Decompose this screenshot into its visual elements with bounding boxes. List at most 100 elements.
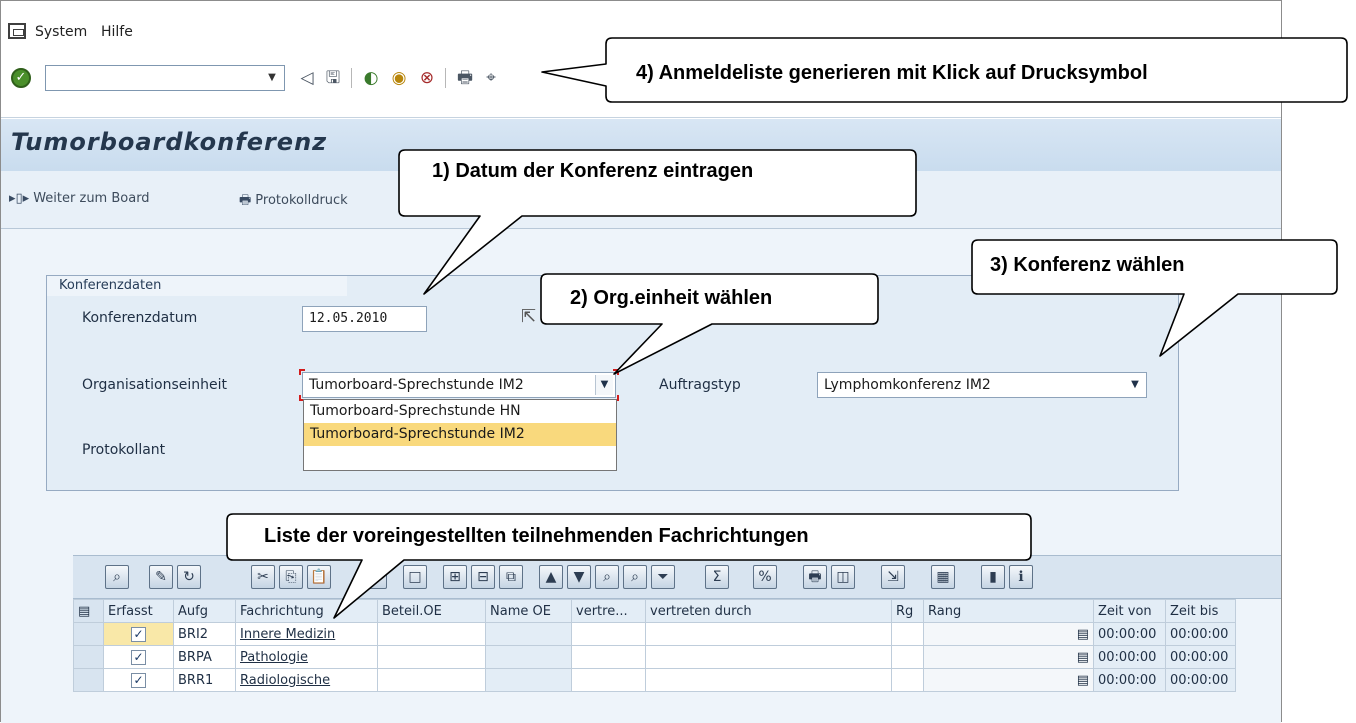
filter-icon[interactable]: ⏷ xyxy=(651,565,675,589)
print-icon[interactable]: 🖶 xyxy=(803,565,827,589)
undo-icon[interactable]: ↶ xyxy=(363,565,387,589)
weiter-zum-board-button[interactable]: ▸▯▸ Weiter zum Board xyxy=(9,191,150,206)
chevron-down-icon[interactable]: ▼ xyxy=(595,375,613,395)
erfasst-checkbox-cell[interactable]: ✓ xyxy=(103,622,174,646)
row-selector[interactable] xyxy=(73,645,104,669)
fachrichtung-cell[interactable]: Innere Medizin xyxy=(235,622,378,646)
konferenzdatum-field[interactable]: 12.05.2010 xyxy=(302,306,427,332)
print-icon[interactable]: 🖶 xyxy=(455,68,475,88)
details-icon[interactable]: ⌕ xyxy=(105,565,129,589)
column-header[interactable]: Beteil.OE xyxy=(377,599,486,623)
aufg-cell: BRI2 xyxy=(173,622,236,646)
column-header[interactable]: Fachrichtung xyxy=(235,599,378,623)
rg-cell[interactable] xyxy=(891,622,924,646)
info-icon[interactable]: ℹ xyxy=(1009,565,1033,589)
menu-item-system[interactable]: System xyxy=(35,24,87,40)
checkbox-checked[interactable]: ✓ xyxy=(131,672,146,688)
table-row[interactable]: ✓ BRPA Pathologie ▤ 00:00:00 00:00:00 xyxy=(73,645,1236,669)
fachrichtung-link[interactable]: Innere Medizin xyxy=(240,627,335,642)
chevron-down-icon[interactable]: ▼ xyxy=(1126,375,1144,395)
callout-3-text: 3) Konferenz wählen xyxy=(990,254,1185,276)
fachrichtung-link[interactable]: Pathologie xyxy=(240,650,308,665)
list-icon[interactable]: ▤ xyxy=(1077,673,1089,688)
cancel-icon[interactable]: ⊗ xyxy=(417,68,437,88)
subtotal-icon[interactable]: % xyxy=(753,565,777,589)
layout-icon[interactable]: ▦ xyxy=(931,565,955,589)
views-icon[interactable]: ◫ xyxy=(831,565,855,589)
append-row-icon[interactable]: ⊞ xyxy=(443,565,467,589)
dropdown-option-selected[interactable]: Tumorboard-Sprechstunde IM2 xyxy=(304,423,616,446)
protokolldruck-button[interactable]: 🖶 Protokolldruck xyxy=(239,191,348,213)
checkbox-checked[interactable]: ✓ xyxy=(131,626,146,642)
organisationseinheit-select[interactable]: Tumorboard-Sprechstunde IM2 ▼ xyxy=(302,372,616,398)
erfasst-checkbox-cell[interactable]: ✓ xyxy=(103,645,174,669)
select-all-icon[interactable]: ▤ xyxy=(73,599,104,623)
rg-cell[interactable] xyxy=(891,668,924,692)
window-menu-icon[interactable] xyxy=(8,23,26,39)
copy-row-icon[interactable]: ⧉ xyxy=(499,565,523,589)
vertreten-cell[interactable] xyxy=(571,645,646,669)
beteil-oe-cell[interactable] xyxy=(377,668,486,692)
column-header[interactable]: Erfasst xyxy=(103,599,174,623)
vertreten-durch-cell[interactable] xyxy=(645,668,892,692)
refresh-icon[interactable]: ↻ xyxy=(177,565,201,589)
table-row[interactable]: ✓ BRI2 Innere Medizin ▤ 00:00:00 00:00:0… xyxy=(73,622,1236,646)
rang-cell[interactable]: ▤ xyxy=(923,622,1094,646)
export-icon[interactable]: ⇲ xyxy=(881,565,905,589)
zeit-bis-cell: 00:00:00 xyxy=(1165,668,1236,692)
command-field[interactable]: ▼ xyxy=(45,65,285,91)
fachrichtung-cell[interactable]: Radiologische xyxy=(235,668,378,692)
graphic-icon[interactable]: ▮ xyxy=(981,565,1005,589)
column-header[interactable]: Rg xyxy=(891,599,924,623)
enter-check-icon[interactable]: ✓ xyxy=(11,68,31,88)
list-icon[interactable]: ▤ xyxy=(1077,650,1089,665)
menu-item-hilfe[interactable]: Hilfe xyxy=(101,24,133,40)
cut-icon[interactable]: ✂ xyxy=(251,565,275,589)
column-header[interactable]: Name OE xyxy=(485,599,572,623)
vertreten-cell[interactable] xyxy=(571,668,646,692)
sort-descending-icon[interactable]: ▼ xyxy=(567,565,591,589)
auftragstyp-select[interactable]: Lymphomkonferenz IM2 ▼ xyxy=(817,372,1147,398)
fachrichtungen-table: ▤ Erfasst Aufg Fachrichtung Beteil.OE Na… xyxy=(73,599,1236,692)
column-header[interactable]: Zeit bis xyxy=(1165,599,1236,623)
column-header[interactable]: Aufg xyxy=(173,599,236,623)
find-next-icon[interactable]: ⌕ xyxy=(623,565,647,589)
checkbox-checked[interactable]: ✓ xyxy=(131,649,146,665)
sum-icon[interactable]: Σ xyxy=(705,565,729,589)
save-icon[interactable]: 🖫 xyxy=(323,68,343,88)
paste-icon[interactable]: 📋 xyxy=(307,565,331,589)
beteil-oe-cell[interactable] xyxy=(377,645,486,669)
copy-icon[interactable]: ⎘ xyxy=(279,565,303,589)
table-row[interactable]: ✓ BRR1 Radiologische ▤ 00:00:00 00:00:00 xyxy=(73,668,1236,692)
erfasst-checkbox-cell[interactable]: ✓ xyxy=(103,668,174,692)
column-header[interactable]: vertre... xyxy=(571,599,646,623)
row-selector[interactable] xyxy=(73,668,104,692)
delete-row-icon[interactable]: ⊟ xyxy=(471,565,495,589)
fachrichtung-cell[interactable]: Pathologie xyxy=(235,645,378,669)
exit-icon[interactable]: ◉ xyxy=(389,68,409,88)
rg-cell[interactable] xyxy=(891,645,924,669)
command-input[interactable] xyxy=(46,66,256,90)
insert-row-icon[interactable]: □ xyxy=(403,565,427,589)
find-icon[interactable]: ⌕ xyxy=(595,565,619,589)
column-header[interactable]: Zeit von xyxy=(1093,599,1166,623)
back-arrow-icon[interactable]: ◁ xyxy=(297,68,317,88)
row-selector[interactable] xyxy=(73,622,104,646)
vertreten-cell[interactable] xyxy=(571,622,646,646)
fachrichtung-link[interactable]: Radiologische xyxy=(240,673,330,688)
zeit-bis-cell: 00:00:00 xyxy=(1165,622,1236,646)
vertreten-durch-cell[interactable] xyxy=(645,645,892,669)
rang-cell[interactable]: ▤ xyxy=(923,668,1094,692)
dropdown-option[interactable]: Tumorboard-Sprechstunde HN xyxy=(304,400,616,423)
back-icon[interactable]: ◐ xyxy=(361,68,381,88)
vertreten-durch-cell[interactable] xyxy=(645,622,892,646)
edit-icon[interactable]: ✎ xyxy=(149,565,173,589)
column-header[interactable]: vertreten durch xyxy=(645,599,892,623)
chevron-down-icon[interactable]: ▼ xyxy=(263,69,281,87)
beteil-oe-cell[interactable] xyxy=(377,622,486,646)
find-icon[interactable]: ⌖ xyxy=(481,68,501,88)
column-header[interactable]: Rang xyxy=(923,599,1094,623)
sort-ascending-icon[interactable]: ▲ xyxy=(539,565,563,589)
rang-cell[interactable]: ▤ xyxy=(923,645,1094,669)
list-icon[interactable]: ▤ xyxy=(1077,627,1089,642)
